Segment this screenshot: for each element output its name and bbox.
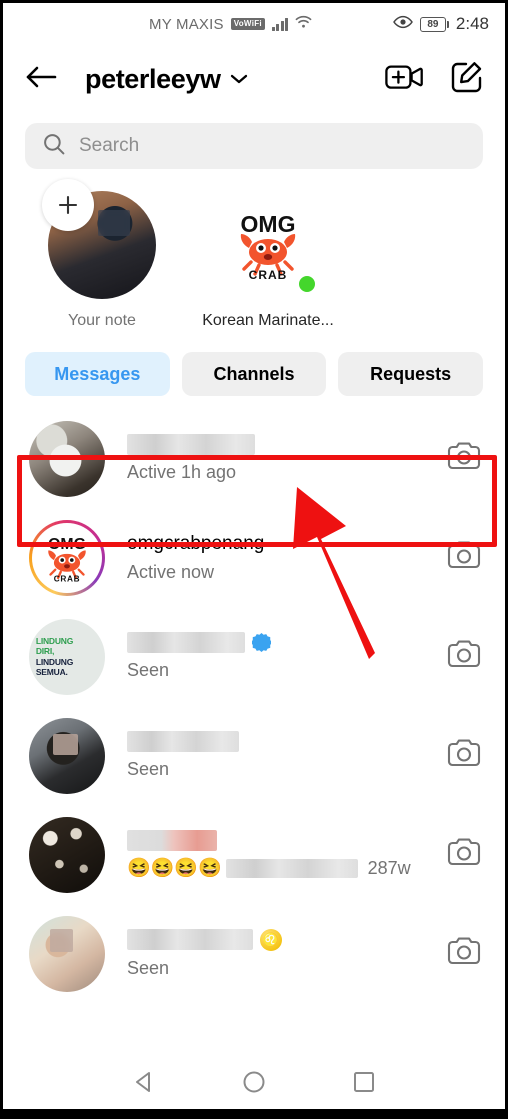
blurred-message (225, 859, 358, 878)
chat-row[interactable]: Active 1h ago (3, 409, 505, 508)
avatar[interactable]: LINDUNG DIRI, LINDUNG SEMUA. (29, 618, 105, 695)
leo-zodiac-emoji: ♌ (260, 928, 282, 951)
vowifi-badge: VoWiFi (230, 18, 265, 30)
note-avatar-wrapper (42, 179, 156, 299)
eye-icon (393, 15, 413, 34)
carrier-label: MY MAXIS (149, 15, 224, 33)
chat-username (127, 434, 435, 455)
reaction-emoji: 😆😆😆😆 (127, 858, 222, 879)
chat-status: Active 1h ago (127, 462, 237, 482)
battery-level: 89 (419, 16, 446, 32)
chat-username: omgcrabpenang (127, 532, 265, 554)
note-label: Korean Marinate... (202, 312, 334, 329)
camera-icon[interactable] (435, 837, 481, 872)
signal-bars-icon (271, 17, 289, 31)
chat-text: 😆😆😆😆 287w (127, 830, 435, 879)
chat-text: omgcrabpenang Active now (127, 533, 435, 583)
avatar-with-story-ring[interactable]: OMG CRAB (29, 519, 105, 596)
android-recents-icon[interactable] (351, 1069, 377, 1100)
status-bar: MY MAXIS VoWiFi 89 2:48 (3, 3, 505, 45)
chat-status: Seen (127, 759, 170, 779)
chat-row[interactable]: LINDUNG DIRI, LINDUNG SEMUA. Seen (3, 607, 505, 706)
avatar[interactable] (29, 717, 105, 794)
android-nav-bar (3, 1060, 505, 1116)
svg-text:CRAB: CRAB (249, 268, 288, 282)
blurred-username (127, 830, 217, 851)
new-video-call-icon[interactable] (385, 62, 423, 97)
chat-list: Active 1h ago OMG CRAB omgcrabpenang Act… (3, 396, 505, 1003)
chat-text: Active 1h ago (127, 434, 435, 483)
blurred-username (127, 434, 255, 455)
blurred-username (127, 731, 239, 752)
blue-verified-badge (252, 633, 271, 652)
online-status-dot (296, 273, 318, 295)
tab-messages[interactable]: Messages (25, 352, 170, 396)
chat-row[interactable]: 😆😆😆😆 287w (3, 805, 505, 904)
camera-icon[interactable] (435, 441, 481, 476)
clock: 2:48 (455, 14, 489, 33)
search-input[interactable]: Search (79, 135, 139, 157)
chat-username: ♌ (127, 928, 435, 951)
chat-timestamp: 287w (367, 858, 411, 878)
tab-bar: Messages Channels Requests (3, 330, 505, 396)
svg-text:CRAB: CRAB (54, 574, 81, 583)
camera-icon[interactable] (435, 738, 481, 773)
avatar[interactable] (29, 915, 105, 992)
search-bar[interactable]: Search (25, 123, 483, 169)
search-icon (43, 133, 65, 160)
avatar[interactable] (29, 816, 105, 893)
phone-screen: MY MAXIS VoWiFi 89 2:48 peterleeyw Searc… (0, 0, 508, 1119)
tab-requests[interactable]: Requests (338, 352, 484, 396)
camera-icon[interactable] (435, 639, 481, 674)
chat-status: Active now (127, 561, 215, 582)
wifi-icon (295, 15, 312, 34)
chevron-down-icon[interactable] (230, 73, 248, 85)
camera-icon[interactable] (435, 936, 481, 971)
chat-status: Seen (127, 660, 170, 680)
svg-text:OMG: OMG (48, 536, 86, 553)
android-home-icon[interactable] (241, 1069, 267, 1100)
tab-channels[interactable]: Channels (181, 352, 327, 396)
back-arrow-icon[interactable] (25, 64, 57, 95)
chat-row[interactable]: Seen (3, 706, 505, 805)
status-bar-right: 89 2:48 (393, 14, 489, 34)
battery-icon: 89 (419, 16, 449, 32)
blurred-username (127, 632, 245, 653)
blurred-username (127, 929, 253, 950)
header-actions (385, 61, 483, 98)
camera-icon[interactable] (435, 540, 481, 575)
chat-row[interactable]: OMG CRAB omgcrabpenang Active now (3, 508, 505, 607)
chat-text: Seen (127, 731, 435, 780)
chat-status: 😆😆😆😆 287w (127, 858, 435, 879)
app-header: peterleeyw (3, 45, 505, 113)
chat-username (127, 632, 435, 653)
svg-text:OMG: OMG (241, 211, 296, 237)
chat-row[interactable]: ♌ Seen (3, 904, 505, 1003)
new-message-icon[interactable] (451, 61, 483, 98)
note-avatar-wrapper: OMG CRAB (214, 191, 322, 299)
chat-username (127, 830, 435, 851)
chat-text: ♌ Seen (127, 928, 435, 979)
avatar[interactable] (29, 420, 105, 497)
chat-status: Seen (127, 957, 170, 978)
search-section: Search (3, 113, 505, 169)
android-back-icon[interactable] (131, 1069, 157, 1100)
note-label: Your note (68, 312, 136, 329)
page-title[interactable]: peterleeyw (85, 64, 221, 95)
notes-row: Your note OMG CRAB Korean Marinate... (3, 169, 505, 330)
note-your-note[interactable]: Your note (37, 179, 167, 330)
status-bar-left: MY MAXIS VoWiFi (149, 15, 312, 34)
plus-icon[interactable] (42, 179, 94, 231)
chat-text: Seen (127, 632, 435, 681)
note-korean-marinate[interactable]: OMG CRAB Korean Marinate... (202, 191, 334, 330)
chat-username (127, 731, 435, 752)
